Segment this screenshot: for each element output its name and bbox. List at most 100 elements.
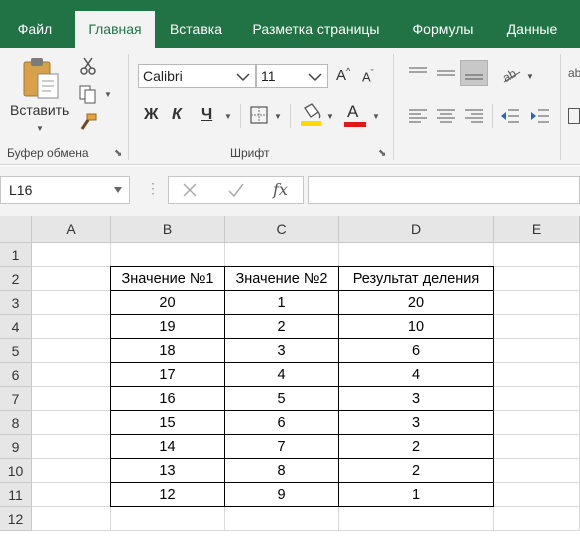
cell-b2[interactable]: Значение №1	[111, 267, 225, 291]
cell-a7[interactable]	[32, 387, 111, 411]
font-color-dropdown-icon[interactable]: ▼	[372, 112, 380, 121]
font-size-dropdown[interactable]: 11	[256, 64, 328, 88]
row-header-8[interactable]: 8	[0, 411, 32, 435]
cell-a5[interactable]	[32, 339, 111, 363]
cell-c8[interactable]: 6	[225, 411, 339, 435]
column-header-d[interactable]: D	[339, 216, 494, 243]
row-header-1[interactable]: 1	[0, 243, 32, 267]
cell-a11[interactable]	[32, 483, 111, 507]
cell-a6[interactable]	[32, 363, 111, 387]
cell-d1[interactable]	[339, 243, 494, 267]
cell-e1[interactable]	[494, 243, 580, 267]
underline-button[interactable]: Ч	[201, 106, 212, 124]
decrease-indent-icon[interactable]	[500, 108, 520, 124]
cell-d2[interactable]: Результат деления	[339, 267, 494, 291]
cell-c5[interactable]: 3	[225, 339, 339, 363]
fill-color-dropdown-icon[interactable]: ▼	[326, 112, 334, 121]
row-header-4[interactable]: 4	[0, 315, 32, 339]
cell-a9[interactable]	[32, 435, 111, 459]
cell-b4[interactable]: 19	[111, 315, 225, 339]
merge-cells-icon[interactable]	[568, 108, 580, 124]
wrap-text-icon[interactable]: ab	[568, 66, 580, 80]
cell-b11[interactable]: 12	[111, 483, 225, 507]
cell-e12[interactable]	[494, 507, 580, 531]
column-header-a[interactable]: A	[32, 216, 111, 243]
format-painter-icon[interactable]	[78, 112, 98, 132]
cell-d3[interactable]: 20	[339, 291, 494, 315]
copy-dropdown-icon[interactable]: ▼	[104, 90, 112, 99]
tab-file[interactable]: Файл	[0, 11, 70, 48]
cut-icon[interactable]	[78, 56, 98, 76]
bold-button[interactable]: Ж	[144, 106, 158, 124]
cell-c3[interactable]: 1	[225, 291, 339, 315]
cell-e10[interactable]	[494, 459, 580, 483]
font-dialog-launcher-icon[interactable]: ⬊	[378, 148, 386, 159]
cell-b5[interactable]: 18	[111, 339, 225, 363]
font-color-icon[interactable]: A	[344, 102, 366, 128]
cell-a4[interactable]	[32, 315, 111, 339]
formula-input[interactable]	[308, 176, 580, 204]
name-box[interactable]: L16	[0, 176, 130, 204]
align-center-icon[interactable]	[436, 108, 456, 124]
fill-color-icon[interactable]	[300, 102, 322, 128]
cell-b3[interactable]: 20	[111, 291, 225, 315]
tab-data[interactable]: Данные	[492, 11, 572, 48]
cell-e6[interactable]	[494, 363, 580, 387]
tab-insert[interactable]: Вставка	[158, 11, 234, 48]
row-header-11[interactable]: 11	[0, 483, 32, 507]
row-header-2[interactable]: 2	[0, 267, 32, 291]
cell-a3[interactable]	[32, 291, 111, 315]
cell-a10[interactable]	[32, 459, 111, 483]
cell-d12[interactable]	[339, 507, 494, 531]
row-header-5[interactable]: 5	[0, 339, 32, 363]
orientation-dropdown-icon[interactable]: ▼	[526, 72, 534, 81]
cell-e8[interactable]	[494, 411, 580, 435]
formula-bar-grip-icon[interactable]: ⋮	[146, 180, 160, 197]
cell-d8[interactable]: 3	[339, 411, 494, 435]
cell-b8[interactable]: 15	[111, 411, 225, 435]
cell-e2[interactable]	[494, 267, 580, 291]
paste-icon[interactable]	[18, 56, 62, 102]
cell-b7[interactable]: 16	[111, 387, 225, 411]
italic-button[interactable]: К	[172, 106, 182, 124]
shrink-font-icon[interactable]: Aˇ	[362, 68, 374, 84]
cell-d9[interactable]: 2	[339, 435, 494, 459]
align-top-icon[interactable]	[408, 66, 428, 80]
cell-b12[interactable]	[111, 507, 225, 531]
cell-e9[interactable]	[494, 435, 580, 459]
borders-icon[interactable]	[250, 106, 268, 124]
increase-indent-icon[interactable]	[530, 108, 550, 124]
cell-e4[interactable]	[494, 315, 580, 339]
cell-c11[interactable]: 9	[225, 483, 339, 507]
cell-a2[interactable]	[32, 267, 111, 291]
cell-c6[interactable]: 4	[225, 363, 339, 387]
copy-icon[interactable]	[78, 84, 98, 104]
align-bottom-icon[interactable]	[460, 60, 488, 86]
cancel-icon[interactable]	[181, 181, 199, 199]
column-header-e[interactable]: E	[494, 216, 580, 243]
clipboard-dialog-launcher-icon[interactable]: ⬊	[114, 148, 122, 159]
cell-c1[interactable]	[225, 243, 339, 267]
cell-d5[interactable]: 6	[339, 339, 494, 363]
cell-c10[interactable]: 8	[225, 459, 339, 483]
select-all-corner[interactable]	[0, 216, 32, 243]
cell-c7[interactable]: 5	[225, 387, 339, 411]
cell-e5[interactable]	[494, 339, 580, 363]
align-right-icon[interactable]	[464, 108, 484, 124]
cell-b10[interactable]: 13	[111, 459, 225, 483]
cell-a8[interactable]	[32, 411, 111, 435]
row-header-10[interactable]: 10	[0, 459, 32, 483]
paste-dropdown-icon[interactable]: ▼	[36, 124, 44, 133]
underline-dropdown-icon[interactable]: ▼	[224, 112, 232, 121]
insert-function-button[interactable]: fx	[273, 180, 288, 199]
cell-e3[interactable]	[494, 291, 580, 315]
enter-icon[interactable]	[227, 181, 245, 199]
cell-c2[interactable]: Значение №2	[225, 267, 339, 291]
cell-c12[interactable]	[225, 507, 339, 531]
cell-a12[interactable]	[32, 507, 111, 531]
column-header-b[interactable]: B	[111, 216, 225, 243]
cell-b6[interactable]: 17	[111, 363, 225, 387]
grow-font-icon[interactable]: A^	[336, 66, 350, 84]
tab-formulas[interactable]: Формулы	[400, 11, 486, 48]
tab-home[interactable]: Главная	[75, 11, 155, 48]
